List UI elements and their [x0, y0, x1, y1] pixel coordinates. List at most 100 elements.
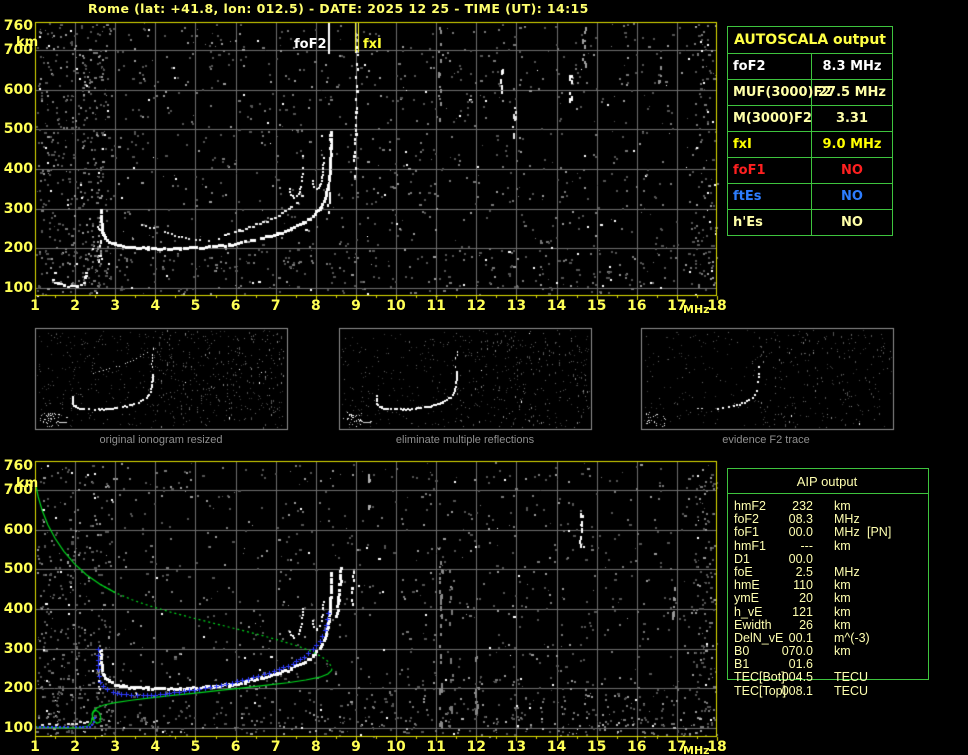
aip-row-b0: B0 070.0 km — [727, 645, 967, 658]
x-tick-label-14: 14 — [546, 298, 567, 314]
aip-row-tecbot: TEC[Bot] 004.5 TECU — [727, 671, 967, 684]
aip-unit: km — [834, 499, 851, 513]
x-tick-label-16: 16 — [627, 739, 647, 755]
param-label: ftEs — [728, 184, 812, 209]
y-tick-label-100: 100 — [3, 720, 33, 737]
aip-value: 26 — [799, 617, 813, 632]
param-value: 9.0 MHz — [822, 137, 882, 152]
panel-caption-1: original ionogram resized — [99, 434, 223, 446]
aip-row-yme: ymE 20 km — [727, 592, 967, 605]
aip-unit: TECU — [834, 670, 869, 685]
aip-name: foF2 — [734, 512, 760, 527]
y-tick-label-600: 600 — [3, 81, 33, 98]
aip-value: 004.5 — [781, 670, 813, 685]
x-tick-label-1: 1 — [30, 739, 40, 755]
x-tick-label-2: 2 — [70, 739, 80, 755]
x-axis-unit: MHz — [683, 303, 710, 316]
aip-value: 00.0 — [788, 525, 813, 540]
x-tick-label-4: 4 — [150, 739, 161, 755]
y-tick-label-300: 300 — [3, 640, 33, 657]
x-tick-label-5: 5 — [190, 298, 201, 314]
param-label: M(3000)F2 — [728, 106, 812, 131]
autoscala-row-hes: h'Es NO — [728, 210, 892, 235]
x-tick-label-8: 8 — [310, 298, 321, 314]
aip-unit: MHz — [834, 525, 860, 540]
aip-row-d1: D1 00.0 — [727, 552, 967, 566]
aip-unit: TECU — [834, 683, 869, 698]
aip-name: hmE — [734, 578, 760, 593]
autoscala-table-rows: foF2 8.3 MHz MUF(3000)F2 27.5 MHz M(3000)F2 3… — [728, 54, 892, 235]
param-value: NO — [841, 215, 863, 230]
aip-unit: km — [834, 591, 851, 606]
autoscala-row-fof1: foF1 NO — [728, 158, 892, 184]
y-tick-label-200: 200 — [3, 240, 33, 257]
y-tick-label-300: 300 — [3, 200, 33, 217]
aip-unit: MHz — [834, 512, 860, 527]
aip-value: 110 — [793, 578, 813, 593]
x-tick-label-11: 11 — [426, 739, 446, 755]
aip-value: 008.1 — [781, 683, 813, 698]
aip-unit: km — [834, 578, 851, 593]
autoscala-row-m3000f2: M(3000)F2 3.31 — [728, 106, 892, 132]
aip-table-rows: hmF2 232 km foF2 08.3 MHz foF1 00.0 MHz [PN] hmF1 -… — [727, 500, 967, 698]
param-label: foF2 — [728, 54, 812, 79]
param-label: foF1 — [728, 158, 812, 183]
aip-note: [PN] — [867, 525, 892, 540]
y-tick-label-500: 500 — [3, 561, 33, 578]
y-tick-label-600: 600 — [3, 521, 33, 538]
y-tick-label-100: 100 — [3, 280, 33, 297]
param-value: 8.3 MHz — [822, 59, 882, 74]
x-axis-unit: MHz — [683, 744, 710, 755]
aip-value: 070.0 — [781, 644, 813, 659]
x-tick-label-6: 6 — [230, 739, 241, 755]
x-tick-label-8: 8 — [310, 739, 321, 755]
x-tick-label-12: 12 — [466, 298, 487, 314]
aip-value: 00.1 — [788, 630, 813, 645]
param-label: fxI — [728, 132, 812, 157]
aip-row-hve: h_vE 121 km — [727, 604, 967, 619]
y-tick-label-760: 760 — [3, 458, 33, 474]
x-tick-label-9: 9 — [351, 298, 361, 314]
y-tick-label-400: 400 — [3, 600, 33, 617]
y-tick-label-500: 500 — [3, 121, 33, 138]
x-tick-label-3: 3 — [110, 739, 121, 755]
aip-name: foF1 — [734, 525, 760, 540]
x-tick-label-4: 4 — [150, 298, 161, 314]
aip-name: hmF2 — [734, 499, 766, 513]
y-tick-label-760: 760 — [3, 18, 33, 34]
aip-value: 121 — [792, 604, 813, 619]
aip-unit: km — [834, 538, 851, 553]
param-label: h'Es — [728, 210, 812, 235]
panel-caption-3: evidence F2 trace — [722, 434, 810, 446]
x-tick-label-11: 11 — [426, 298, 446, 314]
aip-value: 2.5 — [795, 564, 813, 579]
aip-value: 08.3 — [788, 512, 813, 527]
aip-name: foE — [734, 564, 753, 579]
aip-unit: km — [834, 604, 851, 619]
station-header: Rome (lat: +41.8, lon: 012.5) - DATE: 20… — [88, 1, 589, 16]
x-tick-label-13: 13 — [506, 298, 527, 314]
x-tick-label-16: 16 — [627, 298, 647, 314]
x-tick-label-10: 10 — [386, 739, 406, 755]
aip-value: --- — [800, 538, 814, 553]
aip-value: 01.6 — [788, 657, 813, 672]
param-label: MUF(3000)F2 — [728, 80, 831, 105]
aip-unit: km — [834, 644, 851, 659]
param-value: 3.31 — [835, 111, 869, 126]
x-tick-label-3: 3 — [110, 298, 121, 314]
param-value: NO — [841, 163, 863, 178]
x-tick-label-15: 15 — [586, 298, 607, 314]
autoscala-table-header: AUTOSCALA output — [728, 27, 892, 54]
aip-name: B0 — [734, 644, 750, 659]
aip-value: 20 — [799, 591, 813, 606]
x-tick-label-6: 6 — [230, 298, 241, 314]
autoscala-screen: Rome (lat: +41.8, lon: 012.5) - DATE: 20… — [0, 0, 968, 755]
y-axis-unit: km — [16, 476, 39, 491]
autoscala-output-table: AUTOSCALA output foF2 8.3 MHz MUF(3000)F2 2… — [727, 26, 893, 236]
param-value: 27.5 MHz — [818, 85, 886, 100]
aip-row-tectop: TEC[Top] 008.1 TECU — [727, 683, 967, 698]
aip-unit: m^(-3) — [834, 630, 870, 645]
autoscala-row-muf3000f2: MUF(3000)F2 27.5 MHz — [728, 80, 892, 106]
x-tick-label-9: 9 — [351, 739, 361, 755]
x-tick-label-13: 13 — [506, 739, 527, 755]
